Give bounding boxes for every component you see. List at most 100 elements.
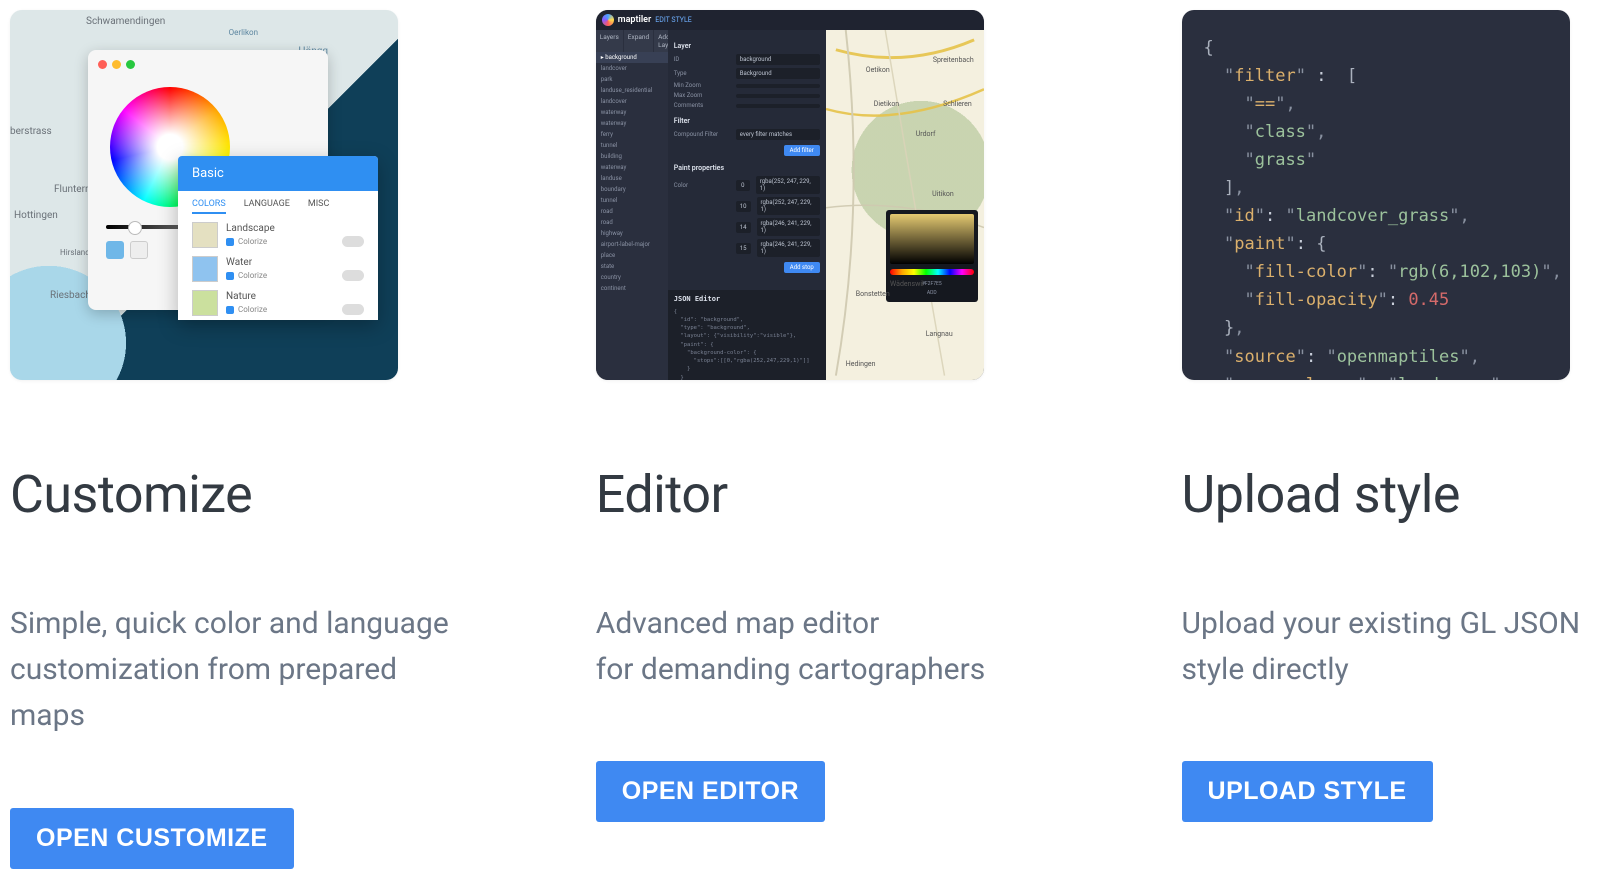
logo-subtext: EDIT STYLE xyxy=(655,16,692,24)
layer-item: continent xyxy=(596,283,668,294)
color-stop-row: 15rgba(246, 241, 229, 1) xyxy=(674,239,820,257)
tab-misc: MISC xyxy=(308,199,330,214)
add-filter-button: Add filter xyxy=(784,145,820,156)
field-value: every filter matches xyxy=(736,129,820,140)
customize-thumbnail: Schwamendingen Höngg Oerlikon Fluntern H… xyxy=(10,10,398,380)
picker-add: ADD xyxy=(890,290,974,296)
section-paint: Paint properties xyxy=(674,164,820,172)
field-value xyxy=(736,94,820,98)
field-label: Comments xyxy=(674,102,730,109)
field-value xyxy=(736,84,820,88)
customize-title: Customize xyxy=(10,464,456,525)
editor-titlebar: maptiler EDIT STYLE xyxy=(596,10,984,30)
tab-colors: COLORS xyxy=(192,199,226,214)
maptiler-logo: maptiler EDIT STYLE xyxy=(602,14,692,26)
layers-sidebar: Layers Expand Add Layer ▸ background lan… xyxy=(596,30,668,380)
swatch-icon xyxy=(192,222,218,248)
layers-tab: Layers xyxy=(596,30,624,52)
section-layer: Layer xyxy=(674,42,820,50)
layer-item: ▸ background xyxy=(596,52,668,63)
layer-item: waterway xyxy=(596,118,668,129)
expand-tab: Expand xyxy=(624,30,654,52)
layer-item: state xyxy=(596,261,668,272)
map-place-label: Hedingen xyxy=(846,360,876,368)
swatch-icon xyxy=(192,290,218,316)
editor-thumbnail: maptiler EDIT STYLE Layers Expand Add La… xyxy=(596,10,984,380)
field-value: background xyxy=(736,54,820,65)
map-place-label: Oerlikon xyxy=(229,28,258,37)
cards-row: Schwamendingen Höngg Oerlikon Fluntern H… xyxy=(10,10,1593,869)
map-place-label: Spreitenbach xyxy=(933,56,974,64)
layer-item: waterway xyxy=(596,107,668,118)
color-stop-row: 14rgba(246, 241, 229, 1) xyxy=(674,218,820,236)
layer-item: country xyxy=(596,272,668,283)
editor-map-preview: #F2F7E5 ADD Spreitenbach Oetikon Urdorf … xyxy=(826,30,984,380)
json-editor-panel: JSON Editor { "id": "background", "type"… xyxy=(668,290,826,380)
color-stop-row: Color0rgba(252, 247, 229, 1) xyxy=(674,176,820,194)
swatch-icon xyxy=(192,256,218,282)
checkbox-icon xyxy=(226,272,234,280)
color-stop-row: 10rgba(252, 247, 229, 1) xyxy=(674,197,820,215)
layer-item: building xyxy=(596,151,668,162)
open-customize-button[interactable]: OPEN CUSTOMIZE xyxy=(10,808,294,869)
field-label: Type xyxy=(674,70,730,77)
layer-item: boundary xyxy=(596,184,668,195)
map-place-label: Bonstetten xyxy=(856,290,890,298)
layer-item: park xyxy=(596,74,668,85)
logo-text: maptiler xyxy=(618,15,652,25)
layer-row-water: Water Colorize xyxy=(178,252,378,286)
section-filter: Filter xyxy=(674,117,820,125)
layer-item: highway xyxy=(596,228,668,239)
layer-item: landcover xyxy=(596,63,668,74)
card-editor: maptiler EDIT STYLE Layers Expand Add La… xyxy=(596,10,1042,822)
layer-item: landuse_residential xyxy=(596,85,668,96)
json-editor-header: JSON Editor xyxy=(674,294,820,305)
layer-item: road xyxy=(596,217,668,228)
customize-description: Simple, quick color and language customi… xyxy=(10,601,456,740)
row-sublabel: Colorize xyxy=(238,271,267,280)
map-place-label: Schlieren xyxy=(943,100,972,108)
layer-item: landuse xyxy=(596,173,668,184)
add-stop-button: Add stop xyxy=(784,262,820,273)
map-place-label: Wädenswil xyxy=(890,280,924,288)
map-place-label: Uitikon xyxy=(932,190,954,198)
open-editor-button[interactable]: OPEN EDITOR xyxy=(596,761,825,822)
picker-gradient xyxy=(890,214,974,264)
row-label: Water xyxy=(226,257,364,268)
row-sublabel: Colorize xyxy=(238,237,267,246)
row-label: Landscape xyxy=(226,223,364,234)
layer-item: landcover xyxy=(596,96,668,107)
map-place-label: berstrass xyxy=(10,126,52,137)
upload-title: Upload style xyxy=(1182,464,1593,525)
field-value: Background xyxy=(736,68,820,79)
row-label: Nature xyxy=(226,291,364,302)
color-picker-popup: #F2F7E5 ADD xyxy=(886,210,978,302)
layer-item: tunnel xyxy=(596,195,668,206)
toggle-icon xyxy=(342,236,364,247)
map-place-label: Hottingen xyxy=(14,210,58,221)
map-place-label: Fluntern xyxy=(54,184,90,195)
layer-row-landscape: Landscape Colorize xyxy=(178,218,378,252)
upload-style-button[interactable]: UPLOAD STYLE xyxy=(1182,761,1433,822)
tab-language: LANGUAGE xyxy=(244,199,290,214)
layer-item: road xyxy=(596,206,668,217)
checkbox-icon xyxy=(226,238,234,246)
editor-title: Editor xyxy=(596,464,1042,525)
map-place-label: Riesbach xyxy=(50,290,91,301)
map-place-label: Schwamendingen xyxy=(86,16,165,27)
json-editor-content: { "id": "background", "type": "backgroun… xyxy=(674,308,820,381)
toggle-icon xyxy=(342,304,364,315)
layer-item: airport-label-major xyxy=(596,239,668,250)
toggle-icon xyxy=(342,270,364,281)
basic-tabs: COLORS LANGUAGE MISC xyxy=(178,191,378,218)
field-value xyxy=(736,104,820,108)
window-traffic-lights xyxy=(98,60,318,69)
layer-item: tunnel xyxy=(596,140,668,151)
picker-hue-slider xyxy=(890,269,974,275)
map-place-label: Langnau xyxy=(926,330,953,338)
layer-item: ferry xyxy=(596,129,668,140)
field-label: Min Zoom xyxy=(674,82,730,89)
card-upload: { "filter" : [ "==", "class", "grass" ],… xyxy=(1182,10,1593,822)
row-sublabel: Colorize xyxy=(238,305,267,314)
checkbox-icon xyxy=(226,306,234,314)
